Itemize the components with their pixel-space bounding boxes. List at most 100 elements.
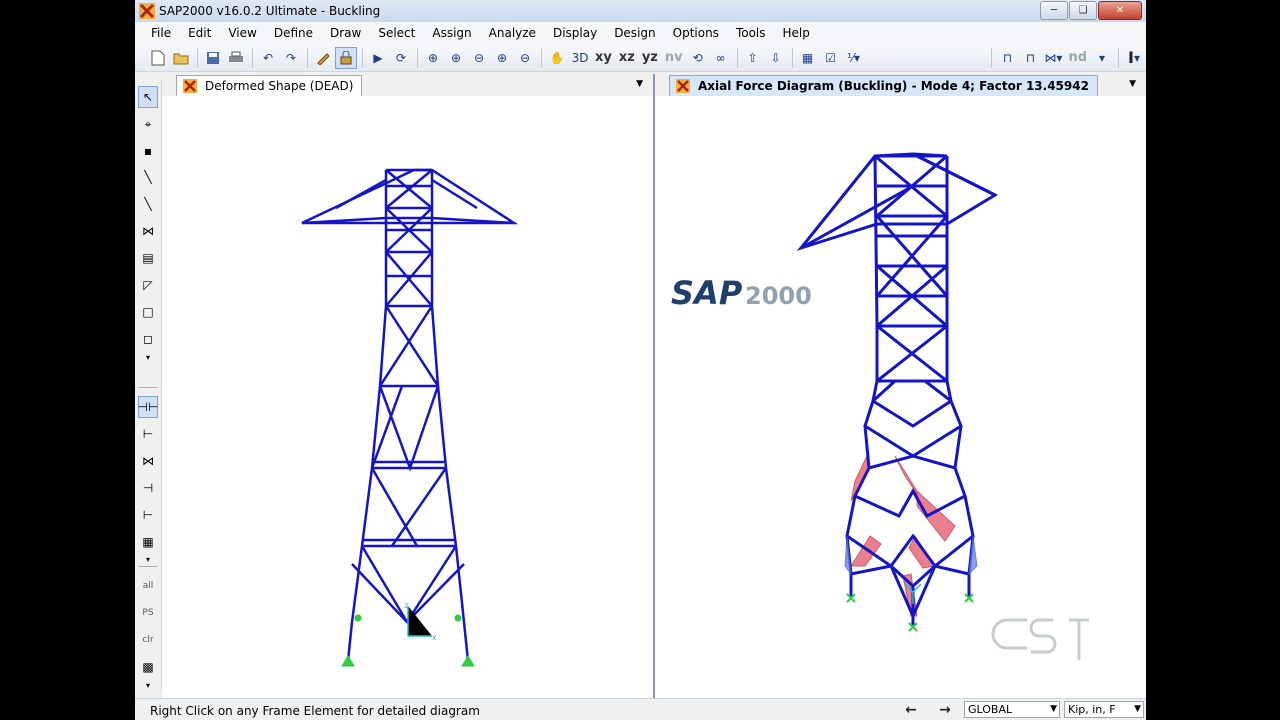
select-previous-icon[interactable]: ⊣ [138,477,158,499]
svg-text:2000: 2000 [745,282,812,310]
draw-joint-icon[interactable]: ▪ [138,140,158,162]
coord-system-dropdown[interactable]: GLOBAL ▼ [964,701,1060,718]
previous-arrow-icon[interactable]: ← [897,701,925,719]
object-shrink-icon[interactable]: ▦ [797,47,819,69]
chevron-down-icon: ▼ [1050,704,1057,714]
draw-poly-area-icon[interactable]: ◸ [138,274,158,296]
move-down-icon[interactable]: ⇩ [765,47,787,69]
tower-deformed-svg: z x [301,168,519,667]
open-file-icon[interactable] [170,47,192,69]
main-toolbar: ↶ ↷ ▶ ⟳ ⊕ ⊕ ⊖ ⊕ ⊖ ✋ 3D xy xz yz nv ⟲ ∞ ⇧… [135,44,1146,72]
menu-bar: File Edit View Define Draw Select Assign… [135,22,1146,44]
select-all-icon[interactable]: ⊣⊢ [138,396,158,418]
select-polygon-icon[interactable]: ⊢ [138,423,158,445]
3d-view-icon[interactable]: 3D [569,47,591,69]
display-options-icon[interactable]: ☑ [820,47,842,69]
quick-draw-brace-icon[interactable]: ⋈ [138,220,158,242]
tab-title: Deformed Shape (DEAD) [205,79,354,93]
view-nv-button[interactable]: nv [662,47,686,69]
menu-select[interactable]: Select [369,26,423,40]
clear-selection-icon[interactable]: ⊢ [138,504,158,526]
redo-icon[interactable]: ↷ [280,47,302,69]
next-arrow-icon[interactable]: → [931,701,959,719]
view-xz-button[interactable]: xz [616,47,638,69]
menu-edit[interactable]: Edit [179,26,219,40]
sap-window-icon [183,79,197,93]
menu-options[interactable]: Options [664,26,727,40]
nd-button[interactable]: nd [1065,47,1090,69]
buckled-tower-frame [796,152,999,626]
new-file-icon[interactable] [147,47,169,69]
status-message: Right Click on any Frame Element for det… [150,704,480,718]
menu-view[interactable]: View [219,26,264,40]
menu-file[interactable]: File [135,26,179,40]
draw-frame-icon[interactable]: ╲ [138,166,158,188]
units-dropdown[interactable]: Kip, in, F ▼ [1064,701,1144,718]
status-bar: Right Click on any Frame Element for det… [135,698,1146,720]
view-yz-button[interactable]: yz [639,47,661,69]
maximize-button[interactable]: ❏ [1069,1,1097,20]
sap2000-logo: SAP 2000 [669,272,849,315]
close-button[interactable]: ✕ [1098,1,1142,20]
axial-force-canvas[interactable]: SAP 2000 [655,96,1146,698]
more-tools-icon[interactable]: ▾ [138,346,158,368]
tab-axial-force-diagram[interactable]: Axial Force Diagram (Buckling) - Mode 4;… [669,75,1098,96]
draw-link-icon[interactable]: ▤ [138,247,158,269]
frame-shape-icon[interactable]: ⊓ [996,47,1018,69]
run-now-icon[interactable]: ⟳ [390,47,412,69]
pencil-icon[interactable] [312,47,334,69]
move-up-icon[interactable]: ⇧ [742,47,764,69]
rotate-3d-icon[interactable]: ⟲ [687,47,709,69]
truss-icon[interactable]: ⋈▾ [1042,47,1064,69]
window-title: SAP2000 v16.0.2 Ultimate - Buckling [159,4,381,18]
sap-window-icon [676,79,690,93]
undo-icon[interactable]: ↶ [257,47,279,69]
draw-rect-area-icon[interactable]: □ [138,301,158,323]
reshape-icon[interactable]: ⌖ [138,113,158,135]
left-view-panel: Deformed Shape (DEAD) ▼ z x [162,74,653,698]
chevron-down-icon[interactable]: ▼ [636,79,643,89]
menu-assign[interactable]: Assign [423,26,479,40]
clr-icon[interactable]: clr [138,629,158,651]
menu-define[interactable]: Define [265,26,321,40]
zoom-out-icon[interactable]: ⊖ [468,47,490,69]
deformed-shape-canvas[interactable]: z x [162,96,653,698]
draw-toolbar: ↖ ⌖ ▪ ╲ ╲ ⋈ ▤ ◸ □ ◻ ▾ ⊣⊢ ⊢ ⋈ ⊣ ⊢ ▦ ▾ all… [135,80,162,690]
chevron-down-icon[interactable]: ▼ [1129,79,1136,89]
quick-draw-frame-icon[interactable]: ╲ [138,193,158,215]
menu-analyze[interactable]: Analyze [480,26,544,40]
print-icon[interactable] [225,47,247,69]
run-analysis-icon[interactable]: ▶ [367,47,389,69]
menu-draw[interactable]: Draw [321,26,369,40]
minimize-button[interactable]: ─ [1040,1,1068,20]
intersect-line-icon[interactable]: ⋈ [138,450,158,472]
sap2000-window: SAP2000 v16.0.2 Ultimate - Buckling ─ ❏ … [135,0,1146,720]
sap-app-icon[interactable] [139,3,155,19]
svg-text:z: z [404,601,408,610]
view-xy-button[interactable]: xy [592,47,615,69]
section-designer-icon[interactable]: I ▾ [1123,47,1145,69]
pan-icon[interactable]: ✋ [546,47,568,69]
pointer-icon[interactable]: ↖ [138,86,158,108]
svg-text:x: x [432,633,437,642]
toolbar-overflow-icon[interactable]: ▾ [1091,47,1113,69]
save-icon[interactable] [202,47,224,69]
menu-help[interactable]: Help [774,26,818,40]
tower-buckling-svg [796,152,999,632]
ps-icon[interactable]: PS [138,602,158,624]
draw-dimension-icon[interactable]: ⅟▾ [843,47,865,69]
zoom-window-icon[interactable]: ⊕ [422,47,444,69]
menu-display[interactable]: Display [544,26,605,40]
menu-tools[interactable]: Tools [727,26,774,40]
lock-icon[interactable] [335,46,357,69]
more-snap-icon[interactable]: ▾ [138,674,158,696]
bent-frame-icon[interactable]: ⊓ [1019,47,1041,69]
perspective-icon[interactable]: ∞ [710,47,732,69]
tab-deformed-shape[interactable]: Deformed Shape (DEAD) [176,75,363,96]
all-icon[interactable]: all [138,575,158,597]
zoom-full-icon[interactable]: ⊕ [491,47,513,69]
zoom-previous-icon[interactable]: ⊖ [514,47,536,69]
sap2000-logo-svg: SAP 2000 [671,274,812,312]
zoom-in-icon[interactable]: ⊕ [445,47,467,69]
menu-design[interactable]: Design [605,26,663,40]
